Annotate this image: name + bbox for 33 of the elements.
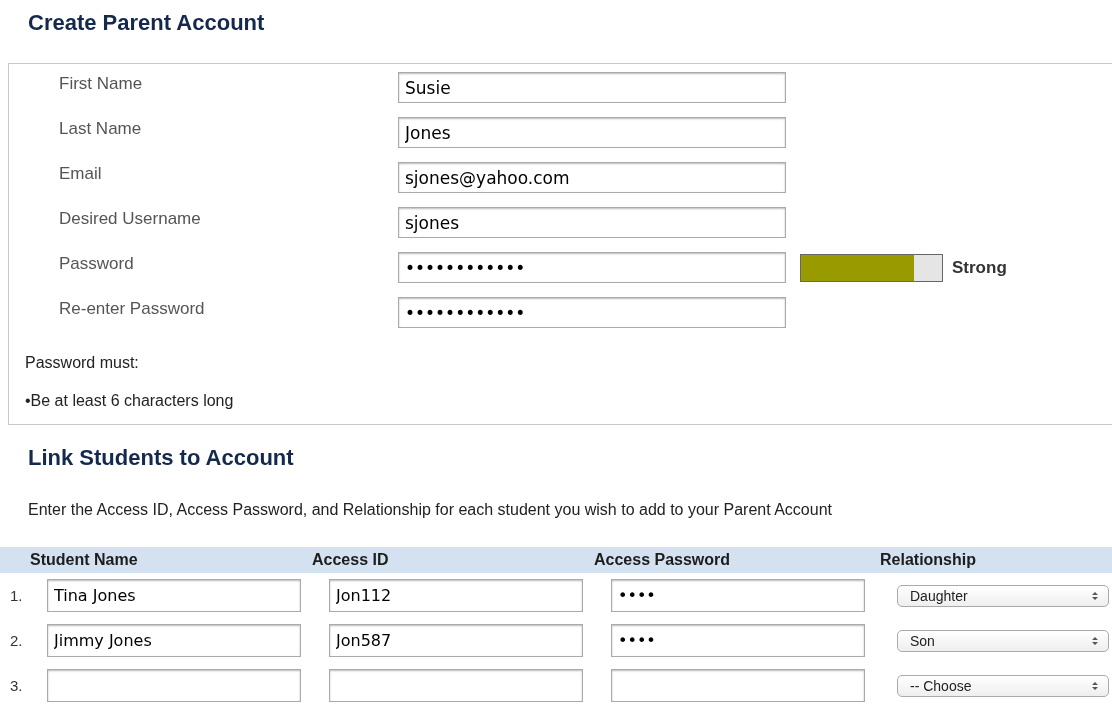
input-field[interactable]: Susie <box>398 72 786 103</box>
field-label: Email <box>58 163 103 184</box>
input-field[interactable]: •••• <box>611 624 865 657</box>
relationship-dropdown[interactable]: -- Choose <box>897 674 1109 697</box>
section-title: Create Parent Account <box>27 9 266 37</box>
instructions-text: Enter the Access ID, Access Password, and Relationship for each student you wish to add to your Parent Account <box>28 501 833 519</box>
input-field[interactable]: sjones@yahoo.com <box>398 162 786 193</box>
field-label: Re-enter Password <box>58 298 206 319</box>
input-field[interactable]: Jon112 <box>329 579 583 612</box>
field-label: Last Name <box>58 118 143 139</box>
relationship-dropdown[interactable]: Daughter <box>897 584 1109 607</box>
column-header: Access Password <box>594 551 732 569</box>
input-field[interactable]: •••••••••••• <box>398 297 786 328</box>
section-title: Link Students to Account <box>27 444 295 472</box>
column-header: Access ID <box>312 551 390 569</box>
input-field[interactable]: •••• <box>611 579 865 612</box>
rule-text: •Be at least 6 characters long <box>25 392 235 410</box>
input-field[interactable]: sjones <box>398 207 786 238</box>
row-number: 3. <box>9 677 24 694</box>
column-header: Relationship <box>880 551 977 569</box>
input-field[interactable]: •••••••••••• <box>398 252 786 283</box>
input-field[interactable]: Jon587 <box>329 624 583 657</box>
input-field[interactable]: Tina Jones <box>47 579 301 612</box>
field-label: Password <box>58 253 135 274</box>
strength-reading: Strong <box>952 257 1007 278</box>
column-header: Student Name <box>30 551 139 569</box>
field-label: First Name <box>58 73 144 94</box>
row-number: 2. <box>9 632 24 649</box>
row-number: 1. <box>9 587 24 604</box>
rules-heading: Password must: <box>25 354 140 372</box>
field-label: Desired Username <box>58 208 202 229</box>
relationship-dropdown[interactable]: Son <box>897 629 1109 652</box>
input-field[interactable]: Jimmy Jones <box>47 624 301 657</box>
